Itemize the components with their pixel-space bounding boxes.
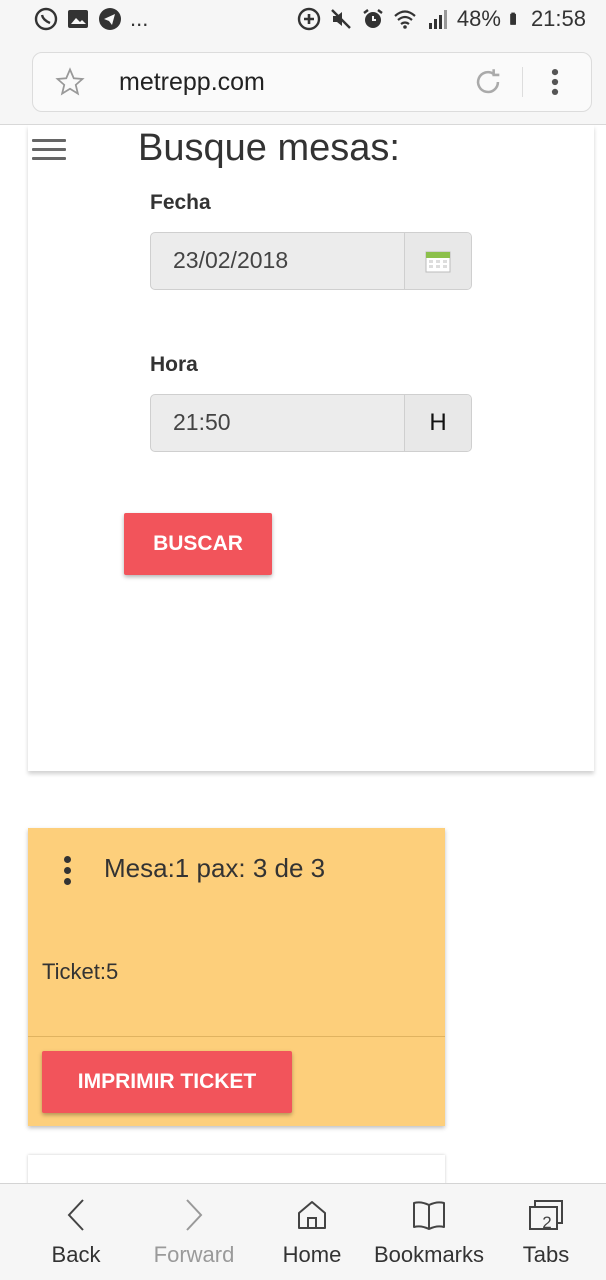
date-field[interactable]: 23/02/2018: [150, 232, 472, 290]
gallery-icon: [68, 10, 88, 28]
whatsapp-icon: [34, 7, 58, 31]
page-title: Busque mesas:: [138, 127, 400, 169]
card-divider: [28, 1036, 445, 1037]
tabs-count: 2: [542, 1213, 552, 1232]
ticket-title: Mesa:1 pax: 3 de 3: [104, 853, 326, 883]
calendar-button[interactable]: [404, 233, 471, 289]
date-value[interactable]: 23/02/2018: [173, 247, 288, 274]
tabs-label: Tabs: [522, 1242, 570, 1267]
back-label: Back: [51, 1242, 101, 1267]
notification-icons: ...: [34, 6, 148, 32]
home-button[interactable]: Home: [272, 1184, 352, 1280]
signal-icon: [428, 10, 447, 29]
telegram-icon: [99, 8, 121, 30]
clock: 21:58: [530, 6, 586, 31]
more-vert-icon[interactable]: [547, 65, 563, 99]
battery-icon: [510, 12, 516, 25]
browser-bottom-nav: Back Forward Home Bookmarks 2 Tabs: [0, 1183, 606, 1280]
more-notifications: ...: [130, 6, 149, 31]
date-label: Fecha: [150, 191, 211, 214]
ticket-card: Mesa:1 pax: 3 de 3 Ticket:5 IMPRIMIR TIC…: [28, 828, 445, 1126]
ticket-number: Ticket:5: [42, 959, 119, 984]
time-label: Hora: [150, 353, 198, 376]
forward-icon: [186, 1199, 203, 1231]
tabs-button[interactable]: 2 Tabs: [508, 1184, 584, 1280]
browser-toolbar: metrepp.com: [0, 38, 606, 125]
mute-icon: [331, 9, 351, 29]
print-ticket-button[interactable]: IMPRIMIR TICKET: [42, 1051, 292, 1113]
home-icon: [298, 1201, 326, 1229]
url-text[interactable]: metrepp.com: [119, 68, 265, 97]
address-bar[interactable]: metrepp.com: [32, 52, 592, 112]
home-label: Home: [282, 1242, 342, 1267]
bookmarks-button[interactable]: Bookmarks: [370, 1184, 488, 1280]
bookmarks-label: Bookmarks: [373, 1242, 485, 1267]
alarm-icon: [363, 9, 383, 28]
time-value[interactable]: 21:50: [173, 409, 231, 436]
back-button[interactable]: Back: [36, 1184, 116, 1280]
web-page: Busque mesas: Fecha 23/02/2018 Hora 21:5…: [0, 125, 606, 1183]
bookmarks-icon: [413, 1201, 445, 1230]
calendar-icon: [425, 251, 451, 273]
wifi-icon: [394, 10, 416, 29]
back-icon: [67, 1199, 84, 1231]
system-icons: 48% 21:58: [297, 6, 586, 32]
data-saver-icon: [297, 7, 321, 31]
reload-icon[interactable]: [471, 65, 505, 99]
next-card: [28, 1155, 445, 1183]
forward-label: Forward: [153, 1242, 235, 1267]
time-addon-label: H: [429, 409, 447, 436]
time-addon[interactable]: H: [404, 395, 471, 451]
forward-button[interactable]: Forward: [146, 1184, 242, 1280]
battery-percent: 48%: [456, 6, 501, 31]
menu-icon[interactable]: [32, 139, 66, 165]
status-bar: ... 48% 21:58: [0, 0, 606, 38]
more-vert-icon[interactable]: [64, 856, 74, 888]
bookmark-star-icon[interactable]: [55, 67, 85, 97]
toolbar-divider: [522, 67, 523, 97]
search-button[interactable]: BUSCAR: [124, 513, 272, 575]
search-card: Busque mesas: Fecha 23/02/2018 Hora 21:5…: [28, 125, 594, 771]
time-field[interactable]: 21:50 H: [150, 394, 472, 452]
